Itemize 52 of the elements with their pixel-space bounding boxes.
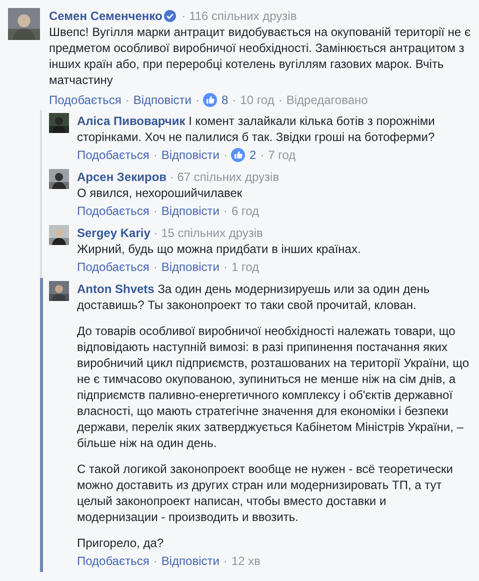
reply-link[interactable]: Відповісти [161, 259, 220, 275]
like-icon [231, 148, 246, 162]
separator: · [195, 92, 200, 108]
separator: · [153, 203, 158, 219]
like-link[interactable]: Подобається [49, 92, 122, 108]
separator: · [232, 92, 236, 108]
like-link[interactable]: Подобається [77, 203, 150, 219]
reply-link[interactable]: Відповісти [161, 147, 220, 163]
reply-link[interactable]: Відповісти [133, 92, 192, 108]
like-icon [203, 93, 218, 107]
separator: · [223, 147, 228, 163]
mutual-friends[interactable]: 15 спільних друзів [161, 226, 263, 240]
separator: · [260, 147, 264, 163]
separator: · [223, 203, 228, 219]
comment-text: Швепс! Вугілля марки антрацит видобувається на окупованій території не є предметом особливої виробничої необхідності. Замінюється антрацитом з інших країн або, при переробці котелень вугіллям газових марок. Вчіть матчастину [49, 24, 471, 88]
author-name[interactable]: Anton Shvets [77, 282, 154, 296]
separator: · [154, 226, 158, 240]
timestamp[interactable]: 12 хв [231, 553, 261, 569]
like-link[interactable]: Подобається [77, 259, 150, 275]
reply-link[interactable]: Відповісти [161, 203, 220, 219]
like-count[interactable]: 8 [221, 92, 228, 108]
mutual-friends[interactable]: 67 спільних друзів [177, 170, 280, 184]
separator: · [278, 92, 282, 108]
timestamp[interactable]: 6 год [231, 203, 259, 219]
comment-text: Аліса Пивоварчик І комент залайкали кілька ботів з порожніми сторінками. Хоч не палилися б так. Звідки гроші на ботоферми? [77, 113, 436, 145]
separator: · [153, 147, 158, 163]
comment-text: С такой логикой законопроект вообще не нужен - всё теоретически можно доставить из других стран или модернизировать ТП, а тут целый законопроект написан, чтобы вместо доставки и модернизации - производить и ввозить. [77, 461, 454, 525]
reply-link[interactable]: Відповісти [161, 553, 220, 569]
author-name[interactable]: Семен Семенченко [49, 9, 162, 23]
mutual-friends[interactable]: 116 спільних друзів [189, 9, 297, 23]
timestamp[interactable]: 7 год [268, 147, 296, 163]
separator: · [182, 9, 186, 23]
separator: · [125, 92, 130, 108]
separator: · [223, 259, 228, 275]
timestamp[interactable]: 1 год [231, 259, 259, 275]
edited-label[interactable]: Відредаговано [286, 92, 368, 108]
like-link[interactable]: Подобається [77, 553, 150, 569]
like-link[interactable]: Подобається [77, 147, 150, 163]
timestamp[interactable]: 10 год [240, 92, 274, 108]
comment-text: Жирний, будь що можна придбати в інших країнах. [77, 241, 362, 257]
comment-text: До товарів особливої виробничої необхідності належать товари, що відповідають наступній вимозі: в разі припинення постачання яких виробничий цикл підприємств, розташованих на території України, що не є тимчасово окупованою, зупиниться не менше ніж на сім днів, а підприємств паливно-енергетичного комплексу і об'єктів державної власності, що мають стратегічне значення для економіки і безпеки держави, перелік яких затверджується Кабінетом Міністрів України, – більше ніж на один день. [77, 323, 469, 451]
comment-text: О явился, нехорошийчилавек [77, 185, 244, 201]
author-name[interactable]: Sergey Kariy [77, 226, 150, 240]
comment-text: Пригорело, да? [77, 535, 165, 551]
separator: · [170, 170, 174, 184]
separator: · [153, 553, 158, 569]
separator: · [223, 553, 228, 569]
like-count[interactable]: 2 [249, 147, 256, 163]
comment-text: Anton Shvets За один день модернизируешь или за один день доставишь? Ты законопроект то таки свой прочитай, клован. [77, 281, 431, 313]
author-name[interactable]: Аліса Пивоварчик [77, 114, 186, 128]
separator: · [153, 259, 158, 275]
author-name[interactable]: Арсен Зекиров [77, 170, 167, 184]
